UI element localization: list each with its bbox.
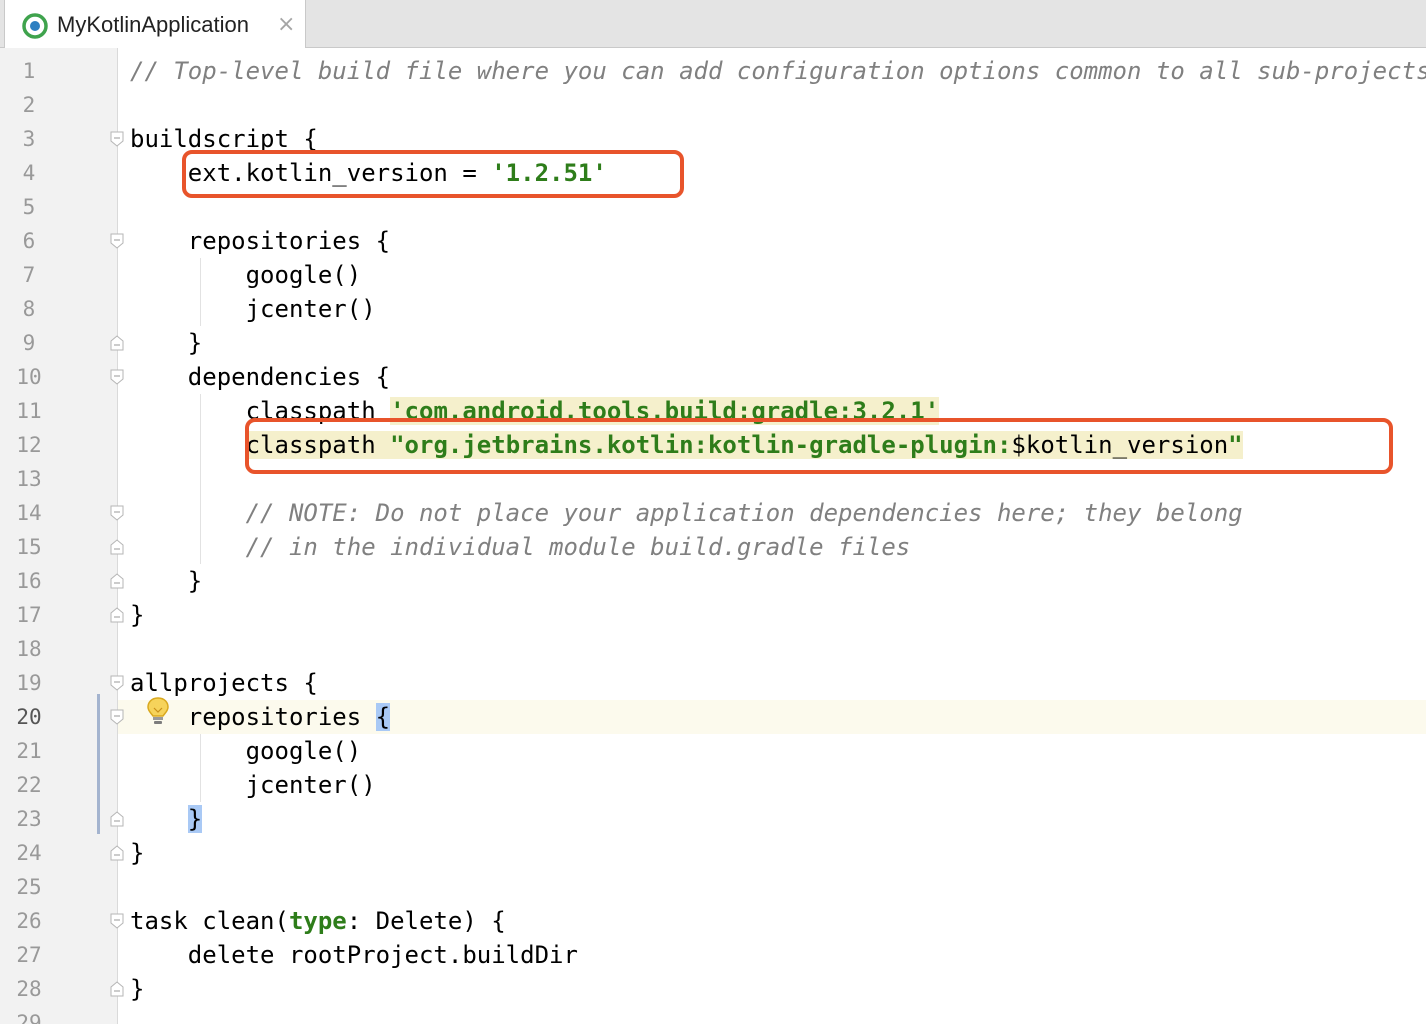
fold-open-icon[interactable] [110, 505, 124, 521]
line-number[interactable]: 14 [0, 496, 58, 530]
line-number[interactable]: 20 [0, 700, 58, 734]
code-line[interactable]: } [130, 836, 144, 870]
line-number[interactable]: 5 [0, 190, 58, 224]
fold-open-icon[interactable] [110, 709, 124, 725]
line-number[interactable]: 8 [0, 292, 58, 326]
line-number[interactable]: 13 [0, 462, 58, 496]
highlight-box-kotlin-plugin [245, 418, 1393, 474]
code-token: : Delete) { [346, 907, 506, 935]
code-token: google() [130, 261, 362, 289]
code-line[interactable]: google() [130, 258, 362, 292]
line-number[interactable]: 28 [0, 972, 58, 1006]
code-line[interactable]: allprojects { [130, 666, 318, 700]
line-number[interactable]: 4 [0, 156, 58, 190]
line-number[interactable]: 15 [0, 530, 58, 564]
code-token: // NOTE: Do not place your application d… [130, 499, 1243, 527]
code-token: repositories { [130, 227, 391, 255]
fold-open-icon[interactable] [110, 675, 124, 691]
line-number[interactable]: 27 [0, 938, 58, 972]
editor-gutter: 1 2 3 4 5 6 7 8 9 10 11 12 13 14 15 16 17 18 19 20 21 22 23 24 2… [0, 48, 118, 1024]
line-number[interactable]: 21 [0, 734, 58, 768]
code-line[interactable]: // in the individual module build.gradle… [130, 530, 911, 564]
tab-mykotlinapplication[interactable]: MyKotlinApplication × [4, 0, 306, 48]
code-token: // in the individual module build.gradle… [130, 533, 911, 561]
line-number[interactable]: 1 [0, 54, 58, 88]
line-number[interactable]: 26 [0, 904, 58, 938]
code-token: jcenter() [130, 771, 376, 799]
code-token: } [130, 839, 145, 867]
code-line[interactable]: jcenter() [130, 292, 376, 326]
code-token: } [130, 601, 145, 629]
code-token: dependencies { [130, 363, 391, 391]
lightbulb-icon[interactable] [146, 696, 170, 726]
code-line[interactable]: } [130, 972, 144, 1006]
line-number[interactable]: 22 [0, 768, 58, 802]
code-editor[interactable]: 1 2 3 4 5 6 7 8 9 10 11 12 13 14 15 16 17 18 19 20 21 22 23 24 2… [0, 48, 1426, 1024]
code-line[interactable]: dependencies { [130, 360, 390, 394]
line-number[interactable]: 11 [0, 394, 58, 428]
close-icon[interactable]: × [277, 12, 295, 38]
line-number[interactable]: 16 [0, 564, 58, 598]
code-line[interactable]: } [130, 802, 203, 836]
code-line[interactable]: delete rootProject.buildDir [130, 938, 578, 972]
line-number[interactable]: 12 [0, 428, 58, 462]
code-token: } [130, 975, 145, 1003]
code-line[interactable]: } [130, 598, 144, 632]
code-line[interactable]: // Top-level build file where you can ad… [130, 54, 1426, 88]
highlight-box-kotlin-version [182, 150, 684, 198]
code-token: } [130, 567, 203, 595]
code-token: buildscript { [130, 125, 318, 153]
fold-open-icon[interactable] [110, 913, 124, 929]
code-token: delete rootProject.buildDir [130, 941, 578, 969]
line-number[interactable]: 24 [0, 836, 58, 870]
line-number[interactable]: 18 [0, 632, 58, 666]
fold-close-icon[interactable] [110, 981, 124, 997]
fold-close-icon[interactable] [110, 335, 124, 351]
code-token: task clean( [130, 907, 289, 935]
code-line[interactable]: } [130, 326, 202, 360]
code-token: allprojects { [130, 669, 318, 697]
line-number[interactable]: 25 [0, 870, 58, 904]
line-number[interactable]: 29 [0, 1006, 58, 1024]
code-token: { [375, 703, 391, 731]
fold-close-icon[interactable] [110, 539, 124, 555]
line-number[interactable]: 3 [0, 122, 58, 156]
fold-close-icon[interactable] [110, 607, 124, 623]
line-number[interactable]: 9 [0, 326, 58, 360]
code-line[interactable]: google() [130, 734, 362, 768]
line-number[interactable]: 2 [0, 88, 58, 122]
fold-close-icon[interactable] [110, 573, 124, 589]
code-line[interactable]: } [130, 564, 202, 598]
code-token: } [187, 805, 203, 833]
editor-tab-bar: MyKotlinApplication × [0, 0, 1426, 48]
fold-open-icon[interactable] [110, 233, 124, 249]
fold-open-icon[interactable] [110, 131, 124, 147]
line-number[interactable]: 19 [0, 666, 58, 700]
code-line[interactable]: jcenter() [130, 768, 376, 802]
code-token: // Top-level build file where you can ad… [130, 57, 1426, 85]
code-token: } [130, 329, 203, 357]
code-token: google() [130, 737, 362, 765]
line-number[interactable]: 7 [0, 258, 58, 292]
fold-close-icon[interactable] [110, 811, 124, 827]
tab-title: MyKotlinApplication [57, 12, 249, 37]
code-token: type [288, 907, 347, 935]
code-line[interactable]: // NOTE: Do not place your application d… [130, 496, 1243, 530]
code-line[interactable]: repositories { [130, 224, 390, 258]
line-number[interactable]: 10 [0, 360, 58, 394]
fold-close-icon[interactable] [110, 845, 124, 861]
line-number[interactable]: 6 [0, 224, 58, 258]
code-token: jcenter() [130, 295, 376, 323]
fold-open-icon[interactable] [110, 369, 124, 385]
line-number[interactable]: 17 [0, 598, 58, 632]
android-studio-project-icon [21, 12, 49, 40]
line-number[interactable]: 23 [0, 802, 58, 836]
code-line[interactable]: task clean(type: Delete) { [130, 904, 506, 938]
vcs-change-marker[interactable] [97, 694, 100, 834]
